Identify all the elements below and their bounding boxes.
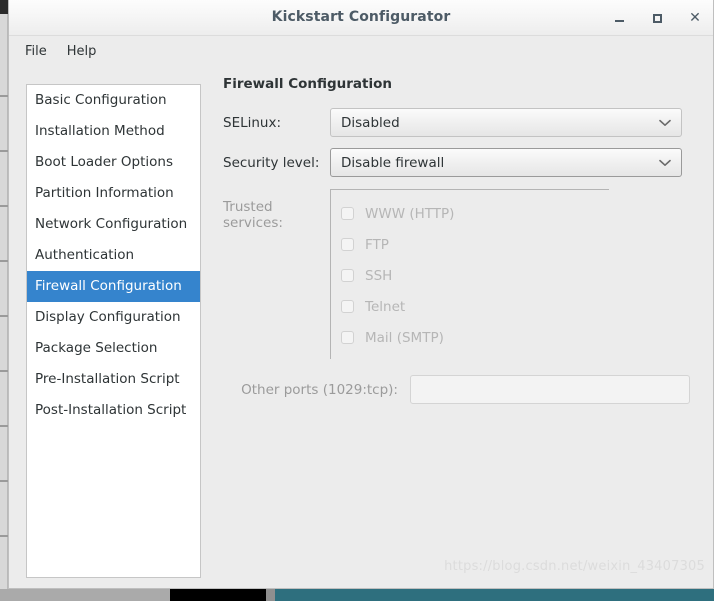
sidebar-item-package-selection[interactable]: Package Selection: [27, 333, 200, 364]
selinux-value: Disabled: [341, 115, 400, 131]
trusted-service-item-ftp[interactable]: FTP: [331, 229, 609, 260]
trusted-services-label: Trusted services:: [215, 189, 330, 359]
window-controls: ✕: [611, 0, 703, 36]
selinux-label: SELinux:: [215, 115, 330, 131]
page-title: Firewall Configuration: [223, 76, 703, 92]
window-body: Basic Configuration Installation Method …: [9, 66, 713, 588]
trusted-service-label: SSH: [365, 268, 392, 284]
background-window-segment: [0, 480, 8, 482]
background-window-segment: [0, 95, 8, 97]
taskbar-right-segment[interactable]: [275, 589, 714, 601]
other-ports-row: Other ports (1029:tcp):: [215, 375, 703, 404]
background-window-segment: [0, 535, 8, 537]
window-title: Kickstart Configurator: [9, 9, 713, 25]
trusted-service-label: WWW (HTTP): [365, 206, 454, 222]
selinux-dropdown[interactable]: Disabled: [330, 108, 682, 137]
sidebar-item-post-installation-script[interactable]: Post-Installation Script: [27, 395, 200, 426]
desktop-background: Kickstart Configurator ✕ File Help Basic…: [0, 0, 714, 601]
firewall-configuration-panel: Firewall Configuration SELinux: Disabled…: [215, 76, 703, 578]
background-window-sliver[interactable]: [0, 0, 8, 589]
taskbar-left-segment[interactable]: [0, 589, 170, 601]
background-window-segment: [0, 150, 8, 152]
trusted-service-label: Mail (SMTP): [365, 330, 444, 346]
background-window-segment: [0, 205, 8, 207]
security-level-value: Disable firewall: [341, 155, 444, 171]
menu-item-file[interactable]: File: [15, 40, 57, 63]
security-level-label: Security level:: [215, 155, 330, 171]
other-ports-label: Other ports (1029:tcp):: [215, 382, 410, 398]
menu-item-help[interactable]: Help: [57, 40, 107, 63]
sidebar-item-partition-information[interactable]: Partition Information: [27, 178, 200, 209]
selinux-row: SELinux: Disabled: [215, 108, 703, 137]
trusted-service-item-ssh[interactable]: SSH: [331, 260, 609, 291]
checkbox-icon[interactable]: [341, 300, 354, 313]
background-window-segment: [0, 425, 8, 427]
sidebar-item-display-configuration[interactable]: Display Configuration: [27, 302, 200, 333]
trusted-service-item-telnet[interactable]: Telnet: [331, 291, 609, 322]
sidebar-item-boot-loader-options[interactable]: Boot Loader Options: [27, 147, 200, 178]
sidebar-item-pre-installation-script[interactable]: Pre-Installation Script: [27, 364, 200, 395]
taskbar-separator: [266, 589, 275, 601]
trusted-service-item-www[interactable]: WWW (HTTP): [331, 198, 609, 229]
background-window-titlebar: [0, 0, 8, 14]
trusted-service-item-mail[interactable]: Mail (SMTP): [331, 322, 609, 353]
sidebar-item-authentication[interactable]: Authentication: [27, 240, 200, 271]
trusted-services-frame: WWW (HTTP) FTP SSH Telnet: [330, 189, 609, 359]
close-icon[interactable]: ✕: [687, 10, 703, 26]
security-level-dropdown[interactable]: Disable firewall: [330, 148, 682, 177]
chevron-down-icon: [659, 109, 671, 136]
sidebar-item-basic-configuration[interactable]: Basic Configuration: [27, 85, 200, 116]
sidebar-item-installation-method[interactable]: Installation Method: [27, 116, 200, 147]
trusted-service-label: FTP: [365, 237, 389, 253]
chevron-down-icon: [659, 149, 671, 176]
security-level-row: Security level: Disable firewall: [215, 148, 703, 177]
taskbar[interactable]: [0, 589, 714, 601]
checkbox-icon[interactable]: [341, 207, 354, 220]
checkbox-icon[interactable]: [341, 238, 354, 251]
trusted-service-label: Telnet: [365, 299, 405, 315]
sidebar-list[interactable]: Basic Configuration Installation Method …: [26, 84, 201, 578]
checkbox-icon[interactable]: [341, 331, 354, 344]
background-window-segment: [0, 315, 8, 317]
application-window: Kickstart Configurator ✕ File Help Basic…: [8, 0, 714, 589]
minimize-icon[interactable]: [611, 10, 627, 26]
taskbar-active-window-segment[interactable]: [170, 589, 266, 601]
background-window-segment: [0, 370, 8, 372]
trusted-services-row: Trusted services: WWW (HTTP) FTP SSH: [215, 189, 703, 359]
other-ports-input[interactable]: [410, 375, 690, 404]
sidebar-item-firewall-configuration[interactable]: Firewall Configuration: [27, 271, 200, 302]
menu-bar: File Help: [9, 36, 713, 66]
checkbox-icon[interactable]: [341, 269, 354, 282]
background-window-segment: [0, 260, 8, 262]
window-titlebar[interactable]: Kickstart Configurator ✕: [9, 0, 713, 36]
maximize-icon[interactable]: [649, 10, 665, 26]
sidebar-item-network-configuration[interactable]: Network Configuration: [27, 209, 200, 240]
